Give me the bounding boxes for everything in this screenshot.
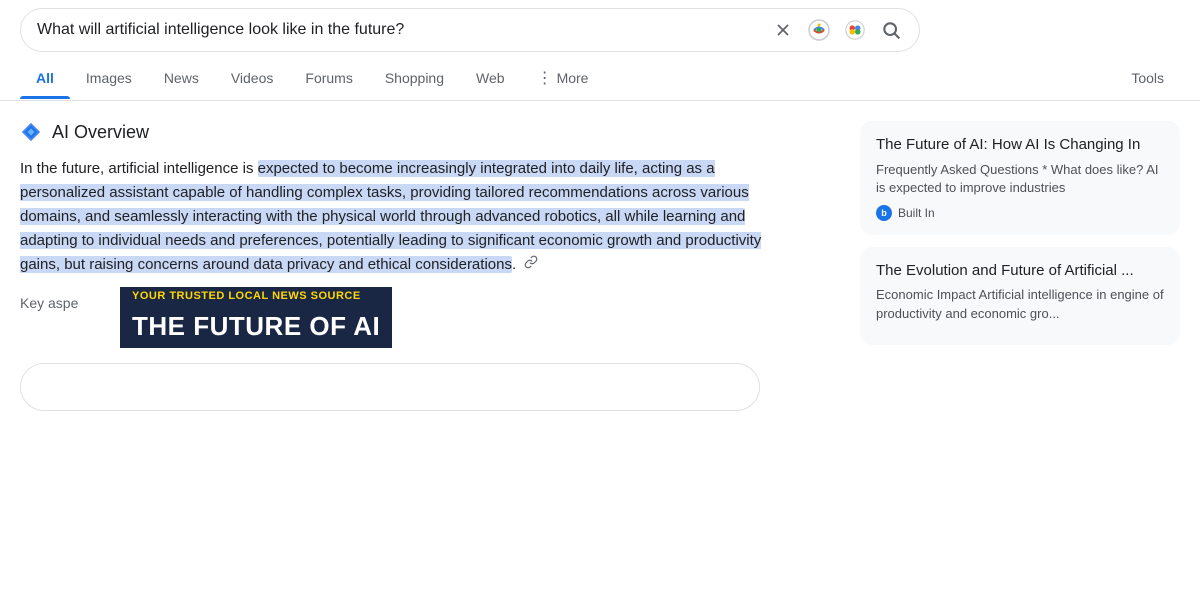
main-content: AI Overview In the future, artificial in… xyxy=(0,101,1200,411)
search-query-text: What will artificial intelligence look l… xyxy=(37,21,771,39)
tab-videos[interactable]: Videos xyxy=(215,58,290,98)
right-card-1-source: b Built In xyxy=(876,205,1164,221)
right-panel: The Future of AI: How AI Is Changing In … xyxy=(860,121,1180,411)
tab-news[interactable]: News xyxy=(148,58,215,98)
tab-images[interactable]: Images xyxy=(70,58,148,98)
right-card-1[interactable]: The Future of AI: How AI Is Changing In … xyxy=(860,121,1180,235)
ai-overview-header: AI Overview xyxy=(20,121,840,143)
right-card-1-source-name: Built In xyxy=(898,206,935,220)
right-card-1-favicon: b xyxy=(876,205,892,221)
tab-more[interactable]: ⋮ More xyxy=(521,56,605,100)
right-card-2-snippet: Economic Impact Artificial intelligence … xyxy=(876,286,1164,322)
ai-diamond-icon xyxy=(20,121,42,143)
right-card-2[interactable]: The Evolution and Future of Artificial .… xyxy=(860,247,1180,345)
search-bar[interactable]: What will artificial intelligence look l… xyxy=(20,8,920,52)
news-banner: YOUR TRUSTED LOCAL NEWS SOURCE THE FUTUR… xyxy=(120,287,392,348)
ai-text-before: In the future, artificial intelligence i… xyxy=(20,160,258,177)
bottom-search-box[interactable] xyxy=(20,363,760,411)
ai-text-after: . xyxy=(512,256,516,273)
tab-all[interactable]: All xyxy=(20,58,70,98)
news-banner-top-text: YOUR TRUSTED LOCAL NEWS SOURCE xyxy=(120,287,392,305)
ai-overview-title: AI Overview xyxy=(52,122,149,143)
link-icon[interactable] xyxy=(524,255,538,269)
key-aspects-label: Key aspe xyxy=(20,295,78,311)
search-bar-area: What will artificial intelligence look l… xyxy=(0,0,1200,52)
search-icon[interactable] xyxy=(879,18,903,42)
ai-overview-text: In the future, artificial intelligence i… xyxy=(20,157,800,277)
news-banner-bottom-text: THE FUTURE OF AI xyxy=(120,305,392,348)
right-card-2-title: The Evolution and Future of Artificial .… xyxy=(876,261,1164,281)
search-icon-group xyxy=(771,18,903,42)
nav-tabs: All Images News Videos Forums Shopping W… xyxy=(0,56,1200,101)
right-card-1-snippet: Frequently Asked Questions * What does l… xyxy=(876,161,1164,197)
tab-web[interactable]: Web xyxy=(460,58,521,98)
left-panel: AI Overview In the future, artificial in… xyxy=(20,121,840,411)
tab-forums[interactable]: Forums xyxy=(289,58,368,98)
right-card-1-title: The Future of AI: How AI Is Changing In xyxy=(876,135,1164,155)
clear-search-icon[interactable] xyxy=(771,18,795,42)
tab-shopping[interactable]: Shopping xyxy=(369,58,460,98)
tab-tools[interactable]: Tools xyxy=(1115,58,1180,98)
key-aspects-area: Key aspe YOUR TRUSTED LOCAL NEWS SOURCE … xyxy=(20,295,840,411)
more-dots-icon: ⋮ xyxy=(537,68,553,88)
google-lens-icon[interactable] xyxy=(807,18,831,42)
voice-search-icon[interactable] xyxy=(843,18,867,42)
